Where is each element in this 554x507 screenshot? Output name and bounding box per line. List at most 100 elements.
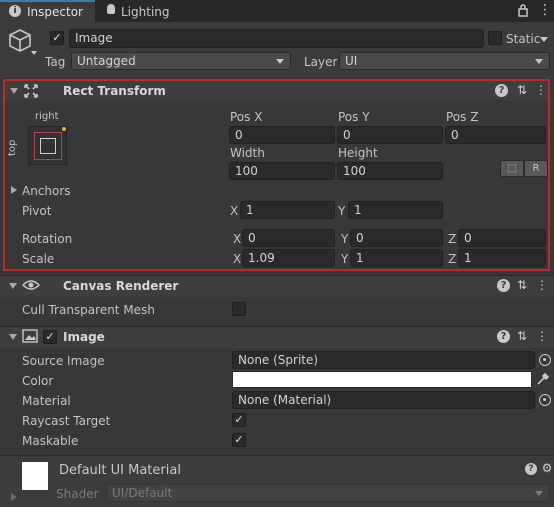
maskable-label: Maskable <box>22 434 79 448</box>
pos-z-field[interactable]: 0 <box>445 126 546 144</box>
material-help-icon[interactable]: ? <box>525 463 537 475</box>
rotation-label: Rotation <box>22 232 73 246</box>
tab-inspector[interactable]: i Inspector <box>0 0 95 22</box>
material-name: Default UI Material <box>59 463 181 478</box>
material-settings-gear-icon[interactable]: ⚙ <box>540 461 554 475</box>
tab-lighting-label: Lighting <box>121 5 170 19</box>
canvas-help-icon[interactable]: ? <box>497 279 510 292</box>
pivot-y-field[interactable]: 1 <box>348 201 443 219</box>
shader-foldout[interactable] <box>11 493 17 501</box>
layer-label: Layer <box>304 55 338 69</box>
tag-value: Untagged <box>77 54 136 68</box>
active-checkbox[interactable]: ✓ <box>50 31 64 45</box>
rot-z-field[interactable]: 0 <box>458 229 546 247</box>
canvas-renderer-title: Canvas Renderer <box>63 279 179 293</box>
tab-menu-icon[interactable]: ⋮ <box>538 3 552 17</box>
image-help-icon[interactable]: ? <box>497 330 510 343</box>
static-checkbox[interactable] <box>488 31 502 45</box>
source-image-picker-icon[interactable] <box>539 354 551 366</box>
lightbulb-icon <box>107 4 115 14</box>
anchors-label[interactable]: Anchors <box>22 183 71 199</box>
width-label: Width <box>230 146 265 160</box>
anchors-foldout[interactable] <box>11 186 17 194</box>
scale-z-field[interactable]: 1 <box>458 249 546 267</box>
layer-value: UI <box>345 54 358 68</box>
image-component-title: Image <box>63 330 105 344</box>
static-dropdown-arrow[interactable] <box>540 37 548 42</box>
rot-x-field[interactable]: 0 <box>242 229 335 247</box>
scale-label: Scale <box>22 252 55 266</box>
anchor-preview-dot <box>62 127 66 131</box>
image-menu-icon[interactable]: ⋮ <box>536 329 548 343</box>
material-picker-icon[interactable] <box>539 394 551 406</box>
rect-transform-foldout[interactable] <box>10 88 18 94</box>
eyedropper-icon[interactable] <box>536 372 550 386</box>
object-name-field[interactable]: Image <box>69 29 484 48</box>
cull-transparent-label: Cull Transparent Mesh <box>22 303 155 317</box>
image-foldout[interactable] <box>9 334 17 340</box>
pos-y-field[interactable]: 0 <box>337 126 443 144</box>
scale-y-field[interactable]: 1 <box>350 249 443 267</box>
anchor-v-label: top <box>7 139 18 156</box>
rect-transform-icon <box>23 83 39 99</box>
component-menu-icon[interactable]: ⋮ <box>535 83 547 97</box>
static-label[interactable]: Static <box>506 31 540 47</box>
width-field[interactable]: 100 <box>229 162 335 180</box>
gameobject-cube-icon[interactable] <box>7 27 39 57</box>
cull-transparent-checkbox[interactable] <box>232 302 246 316</box>
material-preview-swatch <box>22 462 48 490</box>
scale-y-axis: Y <box>341 252 349 266</box>
pivot-label: Pivot <box>22 204 52 218</box>
rot-y-axis: Y <box>341 232 349 246</box>
raw-edit-button[interactable]: R <box>524 160 548 177</box>
pivot-y-axis: Y <box>338 204 346 218</box>
scale-z-axis: Z <box>448 252 457 266</box>
pos-z-label: Pos Z <box>446 110 479 124</box>
canvas-menu-icon[interactable]: ⋮ <box>536 278 548 292</box>
lock-icon[interactable] <box>517 3 529 17</box>
image-component-icon <box>22 329 38 343</box>
material-field[interactable]: None (Material) <box>232 391 535 409</box>
scale-x-axis: X <box>233 252 242 266</box>
shader-dropdown[interactable]: UI/Default <box>106 484 550 502</box>
layer-dropdown-arrow <box>535 59 543 64</box>
tag-dropdown[interactable]: Untagged <box>71 52 291 70</box>
height-field[interactable]: 100 <box>337 162 443 180</box>
eye-icon <box>21 278 41 292</box>
pos-x-field[interactable]: 0 <box>229 126 335 144</box>
image-preset-icon[interactable]: ⇅ <box>515 329 529 343</box>
anchor-presets-button[interactable] <box>28 126 67 165</box>
shader-dropdown-arrow <box>535 491 543 496</box>
image-enabled-checkbox[interactable]: ✓ <box>43 330 57 344</box>
rot-z-axis: Z <box>448 232 457 246</box>
tag-dropdown-arrow <box>276 59 284 64</box>
source-image-field[interactable]: None (Sprite) <box>232 351 535 369</box>
canvas-renderer-foldout[interactable] <box>9 283 17 289</box>
color-swatch[interactable] <box>232 371 532 388</box>
maskable-checkbox[interactable]: ✓ <box>232 433 246 447</box>
pos-x-label: Pos X <box>230 110 263 124</box>
layer-dropdown[interactable]: UI <box>339 52 550 70</box>
tab-lighting[interactable]: Lighting <box>96 0 186 22</box>
rot-y-field[interactable]: 0 <box>350 229 443 247</box>
shader-label: Shader <box>56 487 99 501</box>
blueprint-mode-button[interactable]: ⬚ <box>500 160 524 177</box>
material-label: Material <box>22 394 71 408</box>
source-image-label: Source Image <box>22 354 105 368</box>
raycast-target-checkbox[interactable]: ✓ <box>232 413 246 427</box>
tag-label: Tag <box>45 55 66 69</box>
pos-y-label: Pos Y <box>338 110 370 124</box>
scale-x-field[interactable]: 1.09 <box>242 249 335 267</box>
help-icon[interactable]: ? <box>495 84 508 97</box>
preset-sliders-icon[interactable]: ⇅ <box>515 83 529 97</box>
rot-x-axis: X <box>233 232 242 246</box>
raycast-target-label: Raycast Target <box>22 414 111 428</box>
rect-transform-title: Rect Transform <box>63 84 166 98</box>
tab-inspector-label: Inspector <box>27 5 83 19</box>
shader-value: UI/Default <box>112 486 173 500</box>
anchor-preview-inner <box>40 138 56 154</box>
anchor-h-label: right <box>35 111 59 122</box>
pivot-x-field[interactable]: 1 <box>240 201 335 219</box>
color-label: Color <box>22 374 54 388</box>
canvas-preset-icon[interactable]: ⇅ <box>515 278 529 292</box>
